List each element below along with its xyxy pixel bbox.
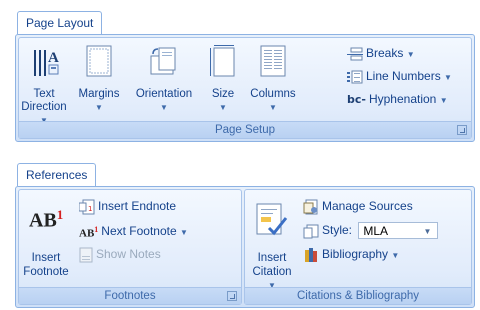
columns-icon bbox=[260, 45, 286, 77]
dropdown-arrow-icon: ▼ bbox=[391, 251, 400, 260]
hyphenation-label: Hyphenation bbox=[368, 92, 437, 106]
next-sup: 1 bbox=[94, 225, 99, 234]
manage-sources-button[interactable]: Manage Sources bbox=[303, 198, 413, 215]
text-direction-button[interactable]: A Text Direction ▼ bbox=[21, 44, 67, 125]
margins-icon bbox=[86, 45, 112, 77]
button-label: Size bbox=[211, 88, 235, 100]
insert-citation-button[interactable]: Insert Citation ▼ bbox=[247, 200, 297, 290]
style-icon bbox=[303, 224, 319, 239]
breaks-icon bbox=[347, 47, 363, 61]
button-label: Orientation bbox=[135, 88, 193, 100]
orientation-icon bbox=[150, 47, 176, 75]
svg-text:A: A bbox=[48, 50, 59, 66]
group-label-text: Citations & Bibliography bbox=[296, 290, 420, 302]
group-label-text: Footnotes bbox=[104, 290, 156, 302]
insert-endnote-icon: 1 bbox=[79, 199, 95, 215]
insert-footnote-button[interactable]: AB1 Insert Footnote bbox=[19, 200, 73, 282]
button-label: Text bbox=[33, 88, 55, 100]
footnote-glyph: AB bbox=[29, 209, 57, 232]
page-setup-group: A Text Direction ▼ Margins ▼ Or bbox=[18, 37, 472, 139]
button-label: Insert bbox=[31, 252, 61, 264]
chevron-down-icon: ▼ bbox=[423, 227, 432, 237]
button-label: Direction bbox=[21, 101, 67, 113]
dropdown-arrow-icon: ▼ bbox=[444, 73, 452, 82]
show-notes-button[interactable]: Show Notes bbox=[79, 246, 161, 263]
button-label: Footnote bbox=[23, 266, 69, 278]
breaks-button[interactable]: Breaks ▼ bbox=[347, 45, 415, 63]
size-button[interactable]: Size ▼ bbox=[203, 44, 243, 114]
manage-sources-icon bbox=[303, 199, 318, 215]
dropdown-arrow-icon: ▼ bbox=[95, 103, 103, 112]
manage-sources-label: Manage Sources bbox=[322, 199, 413, 213]
button-label: Insert bbox=[257, 252, 287, 264]
button-label: Columns bbox=[250, 88, 296, 100]
line-numbers-label: Line Numbers bbox=[366, 69, 441, 83]
columns-button[interactable]: Columns ▼ bbox=[245, 44, 301, 114]
dropdown-arrow-icon: ▼ bbox=[160, 103, 168, 112]
show-notes-icon bbox=[79, 247, 93, 263]
group-label-page-setup: Page Setup bbox=[19, 121, 471, 138]
next-footnote-icon: AB1 bbox=[79, 222, 98, 242]
line-numbers-icon bbox=[347, 70, 363, 84]
breaks-label: Breaks bbox=[366, 46, 404, 60]
dropdown-arrow-icon: ▼ bbox=[439, 96, 448, 105]
dropdown-arrow-icon: ▼ bbox=[219, 103, 227, 112]
hyphenation-icon: bc- bbox=[347, 92, 366, 106]
next-footnote-button[interactable]: AB1 Next Footnote ▼ bbox=[79, 222, 188, 242]
citations-bibliography-group: Insert Citation ▼ Manage Sources Style: … bbox=[244, 189, 472, 305]
size-icon bbox=[210, 45, 235, 77]
button-label: Citation bbox=[252, 266, 292, 278]
dialog-launcher-icon[interactable] bbox=[457, 125, 467, 135]
footnote-sup: 1 bbox=[56, 207, 64, 222]
tab-references[interactable]: References bbox=[17, 163, 97, 186]
footnotes-group: AB1 Insert Footnote 1 Insert Endnote AB1… bbox=[18, 189, 242, 305]
dropdown-arrow-icon: ▼ bbox=[269, 103, 277, 112]
style-selector[interactable]: Style: MLA ▼ bbox=[303, 222, 439, 240]
footnote-icon: AB1 bbox=[29, 207, 64, 231]
insert-citation-icon bbox=[256, 203, 288, 236]
page-layout-ribbon: A Text Direction ▼ Margins ▼ Or bbox=[15, 34, 475, 142]
line-numbers-button[interactable]: Line Numbers ▼ bbox=[347, 68, 452, 86]
group-label-text: Page Setup bbox=[214, 124, 276, 136]
bibliography-label: Bibliography bbox=[322, 247, 389, 261]
style-value: MLA bbox=[363, 224, 389, 239]
text-direction-icon: A bbox=[34, 50, 59, 76]
dialog-launcher-icon[interactable] bbox=[227, 291, 237, 301]
next-footnote-label: Next Footnote bbox=[101, 224, 177, 238]
insert-endnote-label: Insert Endnote bbox=[98, 199, 177, 213]
svg-text:1: 1 bbox=[88, 205, 92, 213]
margins-button[interactable]: Margins ▼ bbox=[71, 44, 127, 114]
tab-label: References bbox=[26, 168, 88, 182]
insert-endnote-button[interactable]: 1 Insert Endnote bbox=[79, 198, 176, 215]
dropdown-arrow-icon: ▼ bbox=[180, 228, 188, 237]
button-label: Margins bbox=[78, 88, 120, 100]
bibliography-icon bbox=[305, 247, 317, 262]
style-dropdown[interactable]: MLA ▼ bbox=[358, 222, 439, 240]
references-ribbon: AB1 Insert Footnote 1 Insert Endnote AB1… bbox=[15, 186, 475, 308]
style-label: Style: bbox=[322, 223, 353, 237]
group-label-citations: Citations & Bibliography bbox=[245, 287, 471, 304]
bibliography-button[interactable]: Bibliography ▼ bbox=[303, 246, 399, 264]
tab-page-layout[interactable]: Page Layout bbox=[17, 11, 103, 34]
group-label-footnotes: Footnotes bbox=[19, 287, 241, 304]
tab-label: Page Layout bbox=[26, 16, 94, 30]
hyphenation-button[interactable]: bc- Hyphenation ▼ bbox=[347, 91, 448, 109]
show-notes-label: Show Notes bbox=[96, 247, 161, 261]
next-glyph: AB bbox=[79, 227, 95, 240]
dropdown-arrow-icon: ▼ bbox=[406, 50, 415, 59]
orientation-button[interactable]: Orientation ▼ bbox=[129, 44, 199, 114]
